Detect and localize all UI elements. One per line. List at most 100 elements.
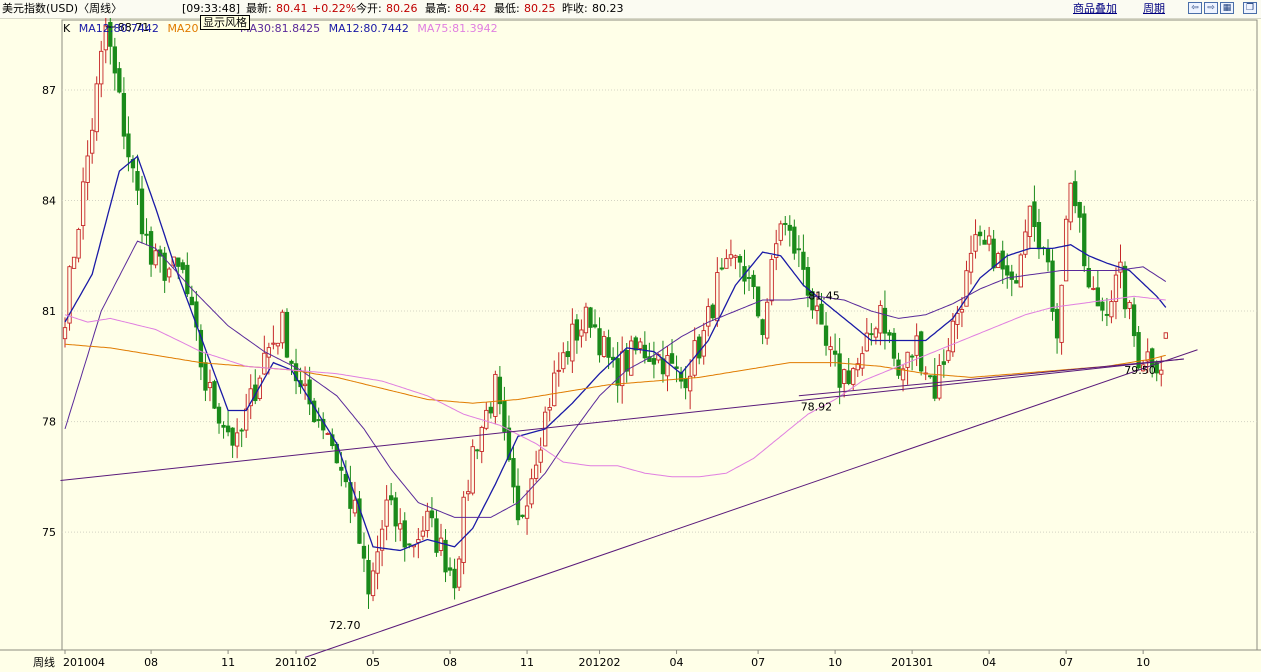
candle-down bbox=[434, 518, 439, 553]
candle-down bbox=[565, 351, 570, 358]
arrow-right-icon[interactable]: ⇨ bbox=[1204, 2, 1218, 14]
legend-ma30: MA30:81.8425 bbox=[239, 22, 321, 35]
open-label: 今开: bbox=[356, 2, 382, 15]
candle-down bbox=[787, 224, 792, 231]
x-tick-label: 10 bbox=[828, 656, 842, 669]
period-link[interactable]: 周期 bbox=[1143, 2, 1165, 16]
candle-down bbox=[660, 358, 666, 375]
candle-up bbox=[1163, 332, 1168, 339]
candle-down bbox=[697, 336, 702, 359]
candle-down bbox=[746, 277, 752, 279]
candle-up bbox=[94, 83, 99, 133]
ma-line-ma12 bbox=[64, 155, 1167, 552]
candle-up bbox=[62, 327, 68, 340]
candle-down bbox=[216, 406, 222, 424]
candle-up bbox=[76, 229, 81, 259]
candle-down bbox=[121, 93, 127, 137]
candle-down bbox=[710, 304, 715, 319]
candle-down bbox=[819, 303, 824, 325]
last-label: 最新: bbox=[246, 2, 272, 15]
low-price: 80.25 bbox=[524, 2, 556, 15]
candle-down bbox=[1032, 201, 1037, 228]
candle-up bbox=[438, 537, 444, 551]
candlestick-chart[interactable]: 75 78 81 84 87 周线 201004 08 11 201102 05 08 11 201202… bbox=[0, 18, 1261, 672]
candle-down bbox=[135, 171, 140, 191]
x-tick-label: 04 bbox=[982, 656, 996, 669]
ma-line-ma20 bbox=[64, 343, 1166, 404]
candle-up bbox=[955, 312, 960, 325]
annotation-label: 81.45 bbox=[808, 290, 840, 303]
candle-up bbox=[456, 558, 462, 588]
candle-down bbox=[896, 359, 901, 376]
y-tick-label: 84 bbox=[42, 195, 56, 208]
candle-down bbox=[909, 355, 915, 358]
x-tick-label: 201301 bbox=[891, 656, 933, 669]
candle-up bbox=[570, 323, 575, 362]
candle-up bbox=[325, 432, 330, 435]
candle-up bbox=[533, 464, 539, 479]
open-price: 80.26 bbox=[386, 2, 418, 15]
x-tick-label: 201102 bbox=[275, 656, 317, 669]
y-tick-label: 75 bbox=[42, 526, 56, 539]
x-tick-label: 10 bbox=[1136, 656, 1150, 669]
candle-up bbox=[1063, 218, 1069, 282]
prev-close-label: 昨收: bbox=[562, 2, 588, 15]
candle-up bbox=[375, 551, 380, 574]
candle-up bbox=[946, 350, 951, 361]
legend-ma75: MA75:81.3942 bbox=[417, 22, 498, 35]
candle-down bbox=[624, 350, 629, 372]
candle-up bbox=[733, 255, 738, 258]
candle-up bbox=[352, 499, 358, 514]
candle-up bbox=[728, 254, 734, 259]
period-label: 周线 bbox=[33, 655, 55, 669]
candle-down bbox=[760, 319, 765, 336]
candle-up bbox=[986, 235, 992, 245]
candle-up bbox=[1113, 274, 1119, 302]
candle-up bbox=[620, 351, 625, 387]
candle-down bbox=[289, 360, 294, 364]
y-tick-label: 81 bbox=[42, 305, 56, 318]
candle-down bbox=[343, 474, 349, 483]
candle-down bbox=[792, 226, 797, 254]
restore-window-icon[interactable]: ❐ bbox=[1243, 2, 1257, 14]
candle-down bbox=[882, 307, 888, 334]
candle-down bbox=[869, 333, 874, 336]
annotation-label: 79.50 bbox=[1124, 364, 1156, 377]
candle-up bbox=[629, 340, 634, 376]
candle-down bbox=[823, 325, 829, 346]
change-percent: +0.22% bbox=[312, 2, 357, 15]
arrow-left-icon[interactable]: ⇦ bbox=[1188, 2, 1202, 14]
grid-view-icon[interactable]: ▦ bbox=[1220, 2, 1234, 14]
x-tick-label: 05 bbox=[366, 656, 380, 669]
candle-down bbox=[941, 361, 946, 365]
candle-down bbox=[588, 307, 593, 328]
candle-down bbox=[520, 514, 525, 517]
candle-up bbox=[715, 272, 720, 322]
candle-up bbox=[860, 353, 865, 369]
candle-down bbox=[832, 350, 838, 355]
candle-up bbox=[90, 129, 95, 154]
commodity-overlay-link[interactable]: 商品叠加 bbox=[1073, 2, 1117, 16]
candle-down bbox=[126, 133, 131, 158]
legend-ma12: MA12:80.7442 bbox=[78, 22, 159, 35]
candle-down bbox=[447, 567, 453, 571]
candle-down bbox=[1073, 181, 1078, 207]
candle-down bbox=[361, 545, 367, 559]
x-tick-label: 07 bbox=[751, 656, 765, 669]
candle-down bbox=[1086, 267, 1091, 288]
candle-up bbox=[959, 309, 965, 313]
candle-down bbox=[389, 495, 394, 501]
candle-up bbox=[484, 409, 489, 429]
candle-down bbox=[366, 559, 371, 595]
candle-down bbox=[1054, 308, 1060, 339]
candle-up bbox=[996, 253, 1001, 269]
candle-up bbox=[851, 368, 856, 385]
candle-up bbox=[302, 383, 308, 387]
candle-down bbox=[1036, 222, 1042, 250]
candle-up bbox=[579, 329, 584, 337]
candle-up bbox=[1159, 369, 1164, 375]
candle-down bbox=[497, 376, 503, 405]
candle-down bbox=[1122, 265, 1128, 310]
candle-up bbox=[842, 369, 847, 384]
candle-up bbox=[973, 234, 978, 252]
